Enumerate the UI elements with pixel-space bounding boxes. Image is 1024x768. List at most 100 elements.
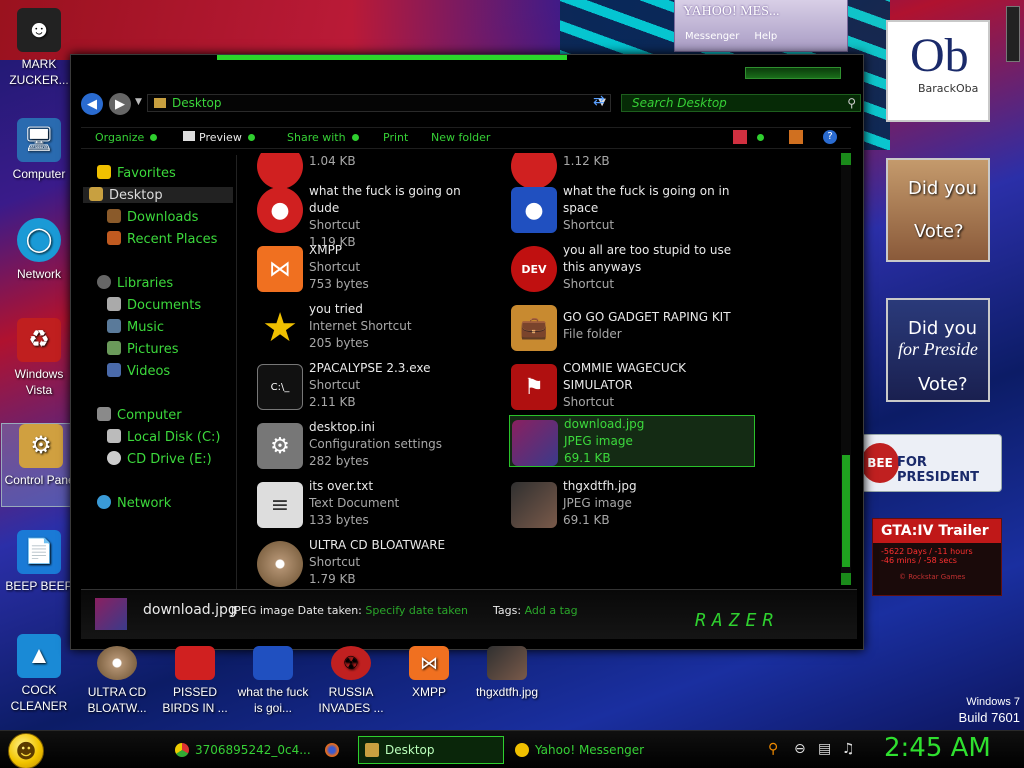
file-item[interactable]: C:\_ 2PACALYPSE 2.3.exe Shortcut 2.11 KB xyxy=(241,360,487,412)
vote-line-1: Did you xyxy=(908,178,978,199)
desktop-icon-label: MARK ZUCKER... xyxy=(9,57,69,87)
organize-button[interactable]: Organize xyxy=(95,131,158,144)
nav-local-disk[interactable]: Local Disk (C:) xyxy=(107,429,220,445)
yahoo-menu-messenger[interactable]: Messenger xyxy=(675,31,739,42)
did-you-vote-president-widget[interactable]: Did you for Preside Vote? xyxy=(886,298,990,402)
file-name: what the fuck is going on dude xyxy=(309,184,461,215)
yahoo-messenger-window[interactable]: YAHOO! MES... Messenger Help xyxy=(674,0,848,52)
file-item[interactable]: thgxdtfh.jpg JPEG image 69.1 KB xyxy=(495,478,741,530)
nav-favorites[interactable]: Favorites xyxy=(97,165,176,181)
file-item[interactable]: ≡ its over.txt Text Document 133 bytes xyxy=(241,478,487,530)
pig-icon[interactable] xyxy=(328,6,374,52)
change-view-icon[interactable] xyxy=(733,130,747,144)
preview-pane-icon[interactable] xyxy=(789,130,803,144)
taskbar-item-chrome[interactable]: 3706895242_0c4... xyxy=(168,736,311,764)
desktop-icon-thgxdtfh[interactable]: thgxdtfh.jpg xyxy=(468,646,546,700)
desktop-icon-mark[interactable]: ☻ MARK ZUCKER... xyxy=(0,8,78,88)
file-item[interactable]: 💼 GO GO GADGET RAPING KIT File folder xyxy=(495,301,741,353)
details-date-value[interactable]: Specify date taken xyxy=(365,604,468,617)
refresh-icon[interactable]: ⇄ xyxy=(593,93,605,109)
address-bar[interactable]: Desktop ▼ xyxy=(147,94,611,112)
action-center-icon[interactable]: ⊖ xyxy=(794,741,806,757)
file-item[interactable]: ULTRA CD BLOATWARE Shortcut 1.79 KB xyxy=(241,537,487,589)
file-item[interactable]: ⚑ COMMIE WAGECUCK SIMULATOR Shortcut xyxy=(495,360,741,412)
vertical-scrollbar[interactable] xyxy=(841,153,851,585)
nav-documents[interactable]: Documents xyxy=(107,297,201,313)
details-tags-value[interactable]: Add a tag xyxy=(525,604,578,617)
nav-computer[interactable]: Computer xyxy=(97,407,182,423)
desktop-icon-control-panel[interactable]: ⚙ Control Panel xyxy=(1,423,81,507)
print-button[interactable]: Print xyxy=(383,131,408,144)
desktop-icon-beep[interactable]: 📄 BEEP BEEP xyxy=(0,530,78,594)
nav-computer-label: Computer xyxy=(117,408,182,423)
new-folder-button[interactable]: New folder xyxy=(431,131,490,144)
gadget-sidebar-controls[interactable] xyxy=(1006,6,1020,62)
file-item[interactable]: ● what the fuck is going on dude Shortcut… xyxy=(241,183,487,249)
nav-recent-places[interactable]: Recent Places xyxy=(107,231,217,247)
desktop-icon-ultra-cd[interactable]: ULTRA CD BLOATW... xyxy=(78,646,156,716)
desktop-icon-computer[interactable]: 🖥 Computer xyxy=(0,118,78,182)
nav-cd-drive[interactable]: CD Drive (E:) xyxy=(107,451,212,467)
nav-pictures[interactable]: Pictures xyxy=(107,341,178,357)
did-you-vote-widget[interactable]: Did you Vote? xyxy=(886,158,990,262)
nav-libraries[interactable]: Libraries xyxy=(97,275,173,291)
preview-button[interactable]: Preview xyxy=(183,131,255,144)
history-dropdown-icon[interactable]: ▼ xyxy=(135,97,142,107)
network-tray-icon[interactable]: ▤ xyxy=(818,741,831,757)
nav-downloads[interactable]: Downloads xyxy=(107,209,198,225)
file-item[interactable]: ● what the fuck is going on in space Shor… xyxy=(495,183,741,235)
scroll-up-button[interactable] xyxy=(841,153,851,165)
taskbar-item-yahoo[interactable]: Yahoo! Messenger xyxy=(508,736,652,764)
explorer-window[interactable]: ◀ ▶ ▼ Desktop ▼ ⇄ Search Desktop ⚲ Organ… xyxy=(70,54,864,650)
folder-icon xyxy=(365,743,379,757)
nav-music[interactable]: Music xyxy=(107,319,164,335)
volume-icon[interactable]: ♫ xyxy=(842,741,855,757)
desktop-icon-russia[interactable]: ☢ RUSSIA INVADES ... xyxy=(312,646,390,716)
forward-button[interactable]: ▶ xyxy=(109,93,131,115)
file-item[interactable]: ⋈ XMPP Shortcut 753 bytes xyxy=(241,242,487,294)
taskbar-item-desktop[interactable]: Desktop xyxy=(358,736,504,764)
file-item-selected[interactable]: download.jpg JPEG image 69.1 KB xyxy=(509,415,755,467)
nav-documents-label: Documents xyxy=(127,298,202,313)
desktop-icon-wtf-space[interactable]: what the fuck is goi... xyxy=(234,646,312,716)
bee-for-president-widget[interactable]: BEE FOR PRESIDENT xyxy=(858,434,1002,492)
dev-cpp-icon[interactable] xyxy=(482,6,528,52)
back-button[interactable]: ◀ xyxy=(81,93,103,115)
p-logo-icon[interactable] xyxy=(404,6,450,52)
yahoo-menu-help[interactable]: Help xyxy=(744,31,777,42)
file-item[interactable]: ⚙ desktop.ini Configuration settings 282 b… xyxy=(241,419,487,471)
desktop-icon-xmpp[interactable]: ⋈ XMPP xyxy=(390,646,468,700)
videos-icon xyxy=(107,363,121,377)
taskbar-item-firefox[interactable] xyxy=(318,736,350,764)
file-item[interactable]: DEV you all are too stupid to use this a… xyxy=(495,242,741,294)
nav-network[interactable]: Network xyxy=(97,495,171,511)
angry-bird-icon: ● xyxy=(257,187,303,233)
start-button[interactable]: ☻ xyxy=(8,733,44,768)
file-item[interactable]: ★ you tried Internet Shortcut 205 bytes xyxy=(241,301,487,353)
desktop-icon-pissed-birds[interactable]: PISSED BIRDS IN ... xyxy=(156,646,234,716)
share-with-button[interactable]: Share with xyxy=(287,131,359,144)
app-icon: ▲ xyxy=(17,634,61,678)
view-dropdown[interactable] xyxy=(751,131,764,144)
gta-line-2: -46 mins / -58 secs xyxy=(881,556,957,565)
image-icon[interactable] xyxy=(562,6,608,52)
desktop-icon-network[interactable]: ◯ Network xyxy=(0,218,78,282)
desktop-icon-cock-cleaner[interactable]: ▲ COCK CLEANER xyxy=(0,634,78,714)
help-icon[interactable]: ? xyxy=(823,130,837,144)
search-input[interactable]: Search Desktop ⚲ xyxy=(621,94,861,112)
obama-widget[interactable]: Ob BarackOba xyxy=(886,20,990,122)
flag-icon: ⚑ xyxy=(511,364,557,410)
nav-videos[interactable]: Videos xyxy=(107,363,170,379)
command-prompt-icon[interactable] xyxy=(170,6,216,52)
search-icon[interactable]: ⚲ xyxy=(847,95,856,111)
nav-desktop[interactable]: Desktop xyxy=(83,187,233,203)
document-icon[interactable] xyxy=(96,6,142,52)
scroll-thumb[interactable] xyxy=(842,455,850,567)
clock[interactable]: 2:45 AM xyxy=(884,733,991,763)
books-icon[interactable] xyxy=(250,6,296,52)
window-controls[interactable] xyxy=(745,67,841,79)
scroll-down-button[interactable] xyxy=(841,573,851,585)
desktop-icon-recycle-bin[interactable]: ♻ Windows Vista xyxy=(0,318,78,398)
search-tray-icon[interactable]: ⚲ xyxy=(768,741,778,757)
gta-countdown-widget[interactable]: GTA:IV Trailer -5622 Days / -11 hours -4… xyxy=(872,518,1002,596)
